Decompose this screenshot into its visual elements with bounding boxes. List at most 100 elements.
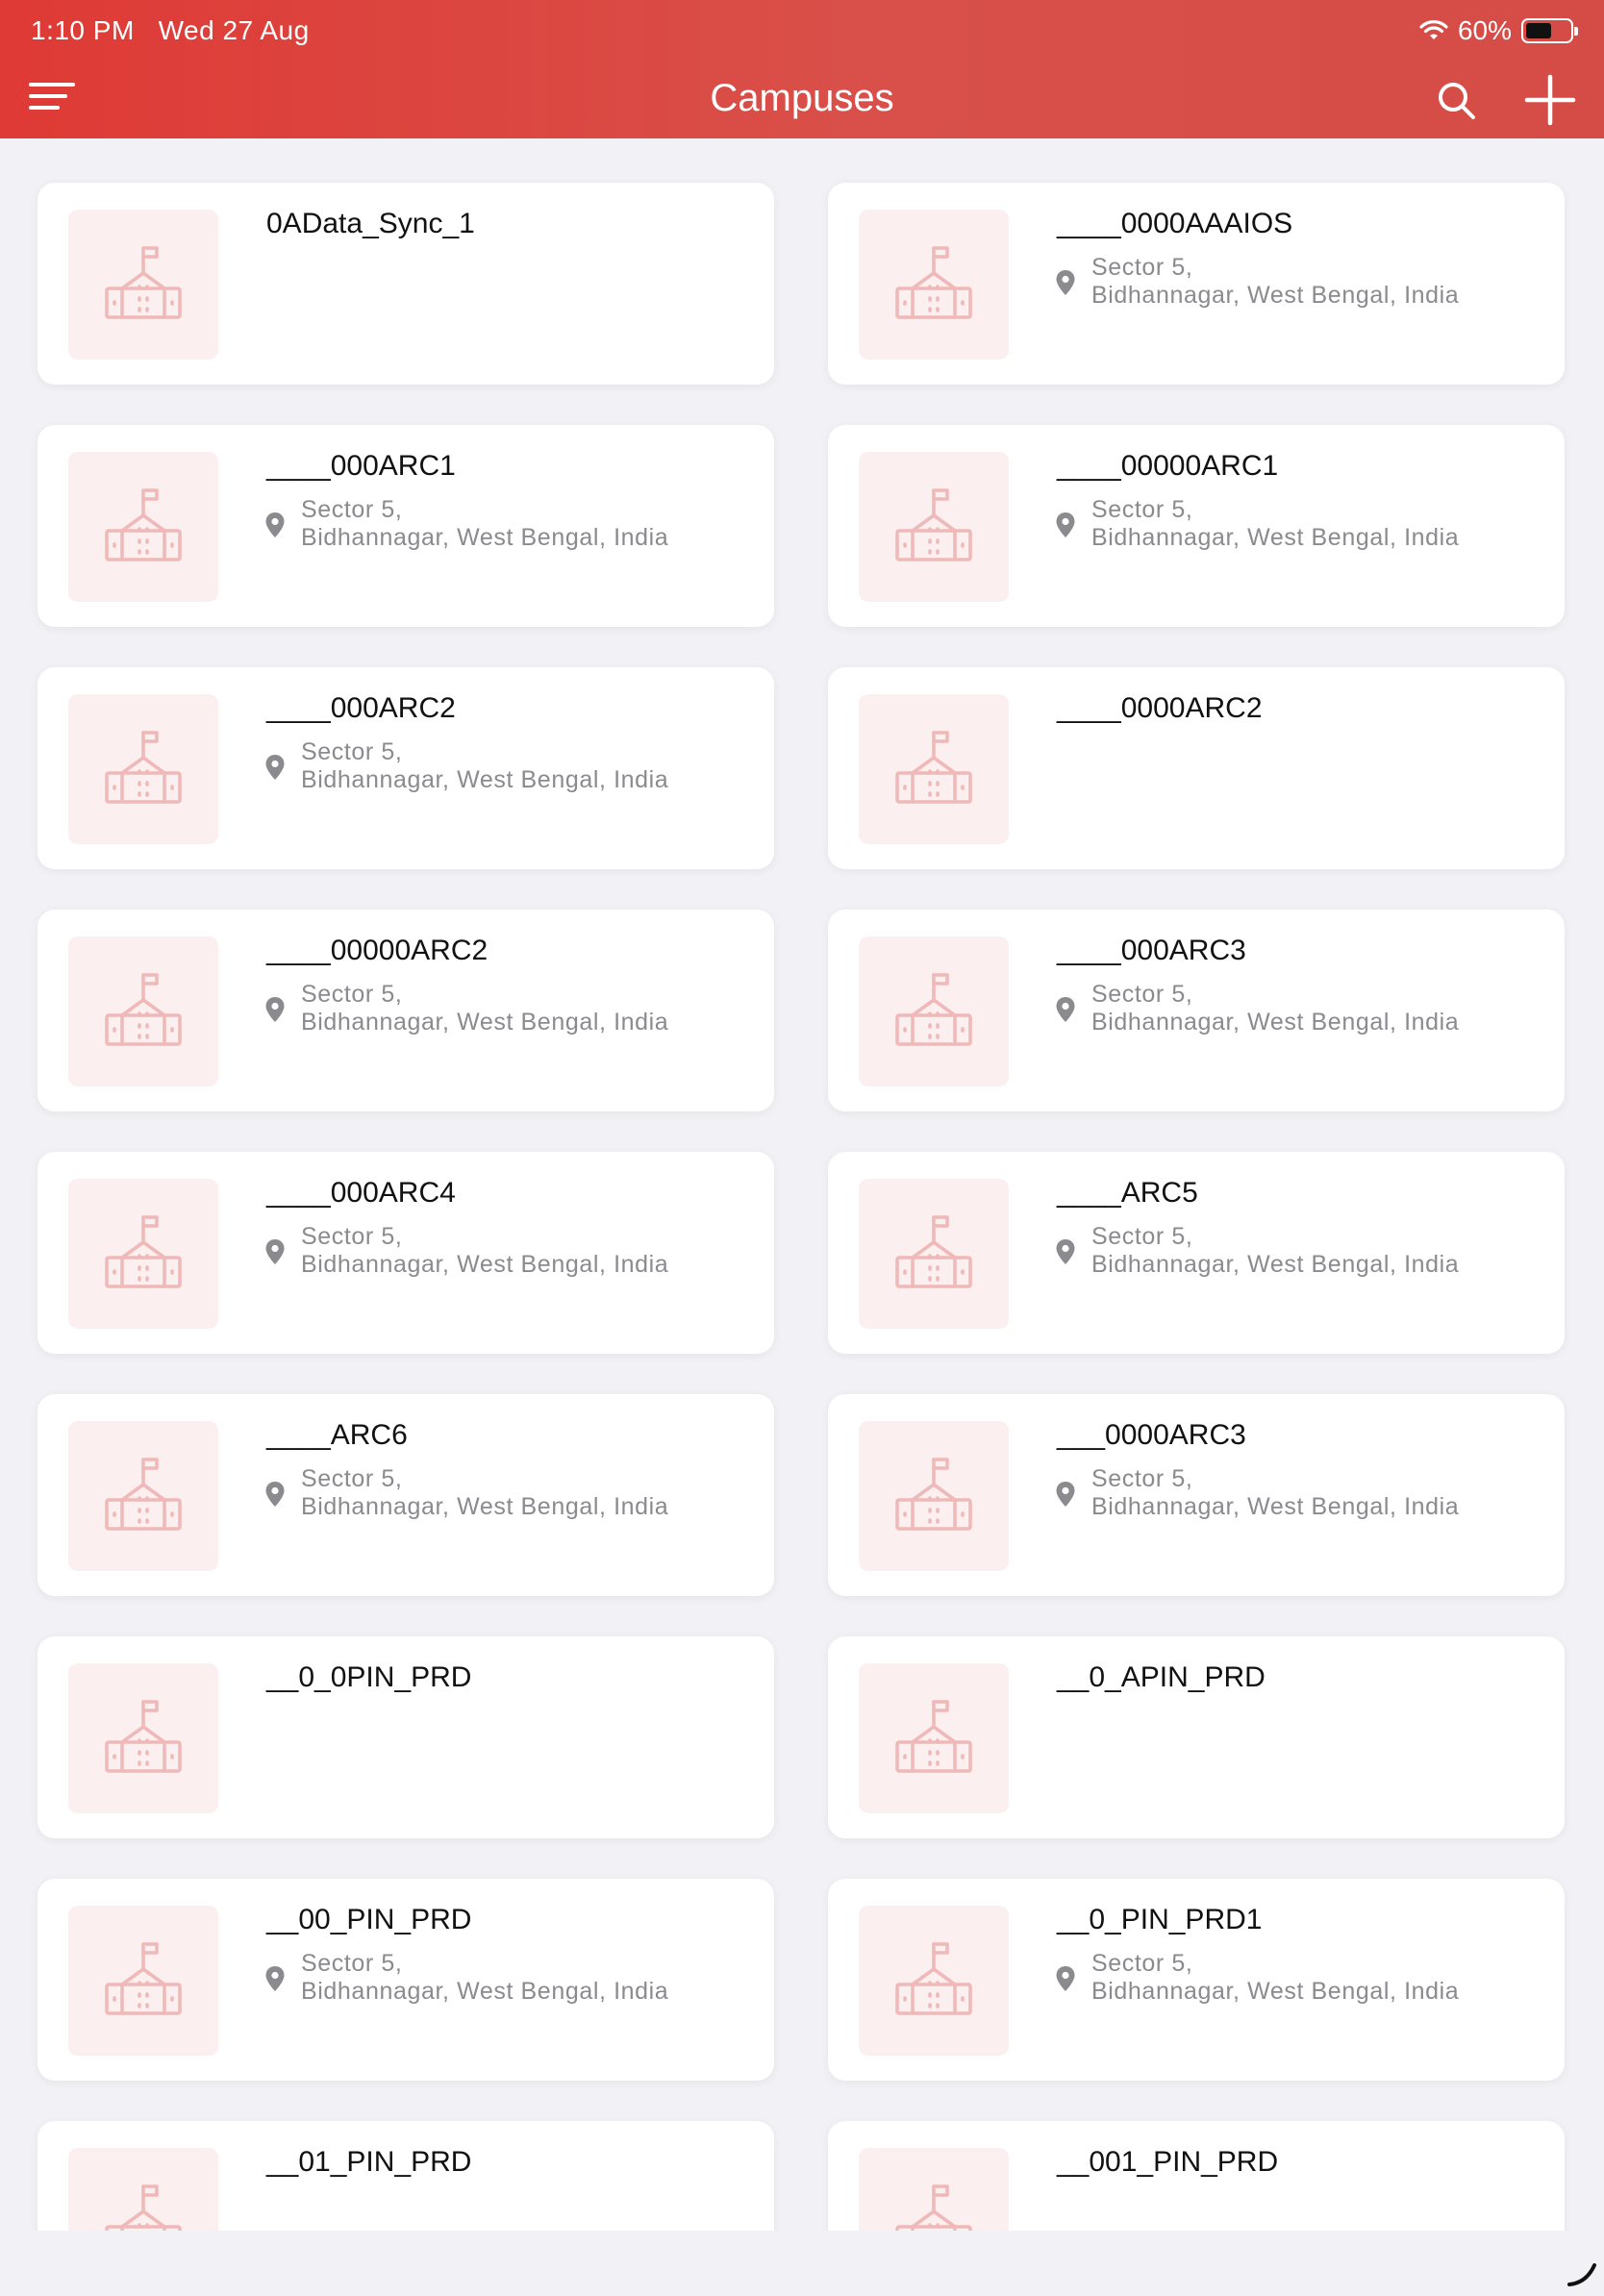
address-line-1: Sector 5, [1091,1950,1193,1977]
address-line-2: Bidhannagar, West Bengal, India [301,1493,669,1520]
address-line-1: Sector 5, [1091,496,1193,523]
building-icon [893,2183,974,2231]
campus-address: Sector 5, Bidhannagar, West Bengal, Indi… [1091,254,1459,310]
campus-address: Sector 5, Bidhannagar, West Bengal, Indi… [1091,1223,1459,1279]
campus-name: __01_PIN_PRD [266,2146,472,2178]
address-line-2: Bidhannagar, West Bengal, India [1091,1251,1460,1278]
campus-name: __001_PIN_PRD [1057,2146,1279,2178]
address-line-2: Bidhannagar, West Bengal, India [1091,282,1460,309]
campus-address: Sector 5, Bidhannagar, West Bengal, Indi… [301,1223,668,1279]
building-icon [893,244,974,326]
campus-address: Sector 5, Bidhannagar, West Bengal, Indi… [301,496,668,552]
address-line-1: Sector 5, [301,1465,403,1492]
location-pin-icon [264,1238,286,1265]
campus-thumbnail [68,1179,218,1329]
campus-thumbnail [859,210,1009,360]
location-pin-icon [1055,1481,1076,1508]
building-icon [893,729,974,811]
campus-name: __0_APIN_PRD [1057,1661,1266,1693]
campus-card[interactable]: __0_PIN_PRD1 Sector 5, Bidhannagar, West… [828,1879,1565,2081]
campus-name: __00_PIN_PRD [266,1904,472,1935]
campus-card[interactable]: ____000ARC1 Sector 5, Bidhannagar, West … [38,425,774,627]
campus-card[interactable]: __0_APIN_PRD [828,1636,1565,1838]
building-icon [893,487,974,568]
campus-name: ____00000ARC1 [1057,450,1279,482]
campus-card[interactable]: ____ARC6 Sector 5, Bidhannagar, West Ben… [38,1394,774,1596]
address-line-1: Sector 5, [1091,1465,1193,1492]
wifi-icon [1419,20,1448,39]
campus-card[interactable]: __00_PIN_PRD Sector 5, Bidhannagar, West… [38,1879,774,2081]
campus-card[interactable]: ____00000ARC2 Sector 5, Bidhannagar, Wes… [38,910,774,1111]
campus-thumbnail [859,452,1009,602]
campus-name: ____0000ARC2 [1057,692,1263,724]
campus-name: ____0000AAAIOS [1057,208,1293,239]
location-pin-icon [1055,1965,1076,1992]
campus-card[interactable]: ___0000ARC3 Sector 5, Bidhannagar, West … [828,1394,1565,1596]
building-icon [103,2183,184,2231]
campus-address: Sector 5, Bidhannagar, West Bengal, Indi… [301,1465,668,1521]
location-pin-icon [264,754,286,781]
status-time: 1:10 PM Wed 27 Aug [31,15,310,46]
building-icon [103,1456,184,1537]
campus-address: Sector 5, Bidhannagar, West Bengal, Indi… [1091,1465,1459,1521]
app-header: 1:10 PM Wed 27 Aug 60% Campuses [0,0,1604,138]
campus-thumbnail [68,210,218,360]
building-icon [103,1213,184,1295]
address-line-2: Bidhannagar, West Bengal, India [301,1251,669,1278]
campus-card[interactable]: __01_PIN_PRD [38,2121,774,2231]
address-line-1: Sector 5, [1091,254,1193,281]
address-line-1: Sector 5, [301,1223,403,1250]
campus-thumbnail [68,694,218,844]
loading-spinner-icon [1567,2263,1596,2286]
campus-thumbnail [68,1663,218,1813]
location-pin-icon [264,512,286,538]
campus-card[interactable]: 0AData_Sync_1 [38,183,774,385]
campus-name: ____00000ARC2 [266,935,489,966]
page-title: Campuses [710,77,894,119]
campus-thumbnail [68,936,218,1086]
battery-percent: 60% [1457,15,1512,45]
campus-name: ____000ARC2 [266,692,456,724]
address-line-2: Bidhannagar, West Bengal, India [1091,524,1460,551]
building-icon [893,1213,974,1295]
campus-thumbnail [859,936,1009,1086]
address-line-2: Bidhannagar, West Bengal, India [1091,1493,1460,1520]
address-line-1: Sector 5, [301,496,403,523]
add-campus-button[interactable] [1523,73,1577,127]
address-line-2: Bidhannagar, West Bengal, India [1091,1009,1460,1036]
building-icon [103,971,184,1053]
campus-thumbnail [68,2148,218,2231]
campus-card[interactable]: ____0000AAAIOS Sector 5, Bidhannagar, We… [828,183,1565,385]
campus-grid: 0AData_Sync_1 ____0000AAAIOS Sector 5, B… [0,138,1604,2231]
campus-address: Sector 5, Bidhannagar, West Bengal, Indi… [1091,496,1459,552]
building-icon [103,244,184,326]
campus-thumbnail [859,2148,1009,2231]
campus-name: ____000ARC4 [266,1177,456,1209]
campus-card[interactable]: ____ARC5 Sector 5, Bidhannagar, West Ben… [828,1152,1565,1354]
status-date: Wed 27 Aug [158,15,310,45]
location-pin-icon [264,1965,286,1992]
campus-card[interactable]: __001_PIN_PRD [828,2121,1565,2231]
building-icon [103,487,184,568]
campus-name: 0AData_Sync_1 [266,208,475,239]
campus-card[interactable]: ____000ARC3 Sector 5, Bidhannagar, West … [828,910,1565,1111]
campus-card[interactable]: ____000ARC2 Sector 5, Bidhannagar, West … [38,667,774,869]
address-line-1: Sector 5, [301,1950,403,1977]
campus-card[interactable]: ____000ARC4 Sector 5, Bidhannagar, West … [38,1152,774,1354]
campus-card[interactable]: ____0000ARC2 [828,667,1565,869]
status-clock: 1:10 PM [31,15,135,45]
campus-card[interactable]: __0_0PIN_PRD [38,1636,774,1838]
location-pin-icon [1055,512,1076,538]
campus-name: ____000ARC1 [266,450,456,482]
status-indicators: 60% [1419,15,1578,46]
address-line-2: Bidhannagar, West Bengal, India [301,524,669,551]
campus-thumbnail [68,452,218,602]
campus-thumbnail [859,1179,1009,1329]
campus-name: __0_PIN_PRD1 [1057,1904,1263,1935]
battery-level [1526,23,1552,38]
campus-card[interactable]: ____00000ARC1 Sector 5, Bidhannagar, Wes… [828,425,1565,627]
campus-name: __0_0PIN_PRD [266,1661,472,1693]
location-pin-icon [1055,1238,1076,1265]
search-icon[interactable] [1435,79,1479,123]
address-line-1: Sector 5, [1091,981,1193,1008]
